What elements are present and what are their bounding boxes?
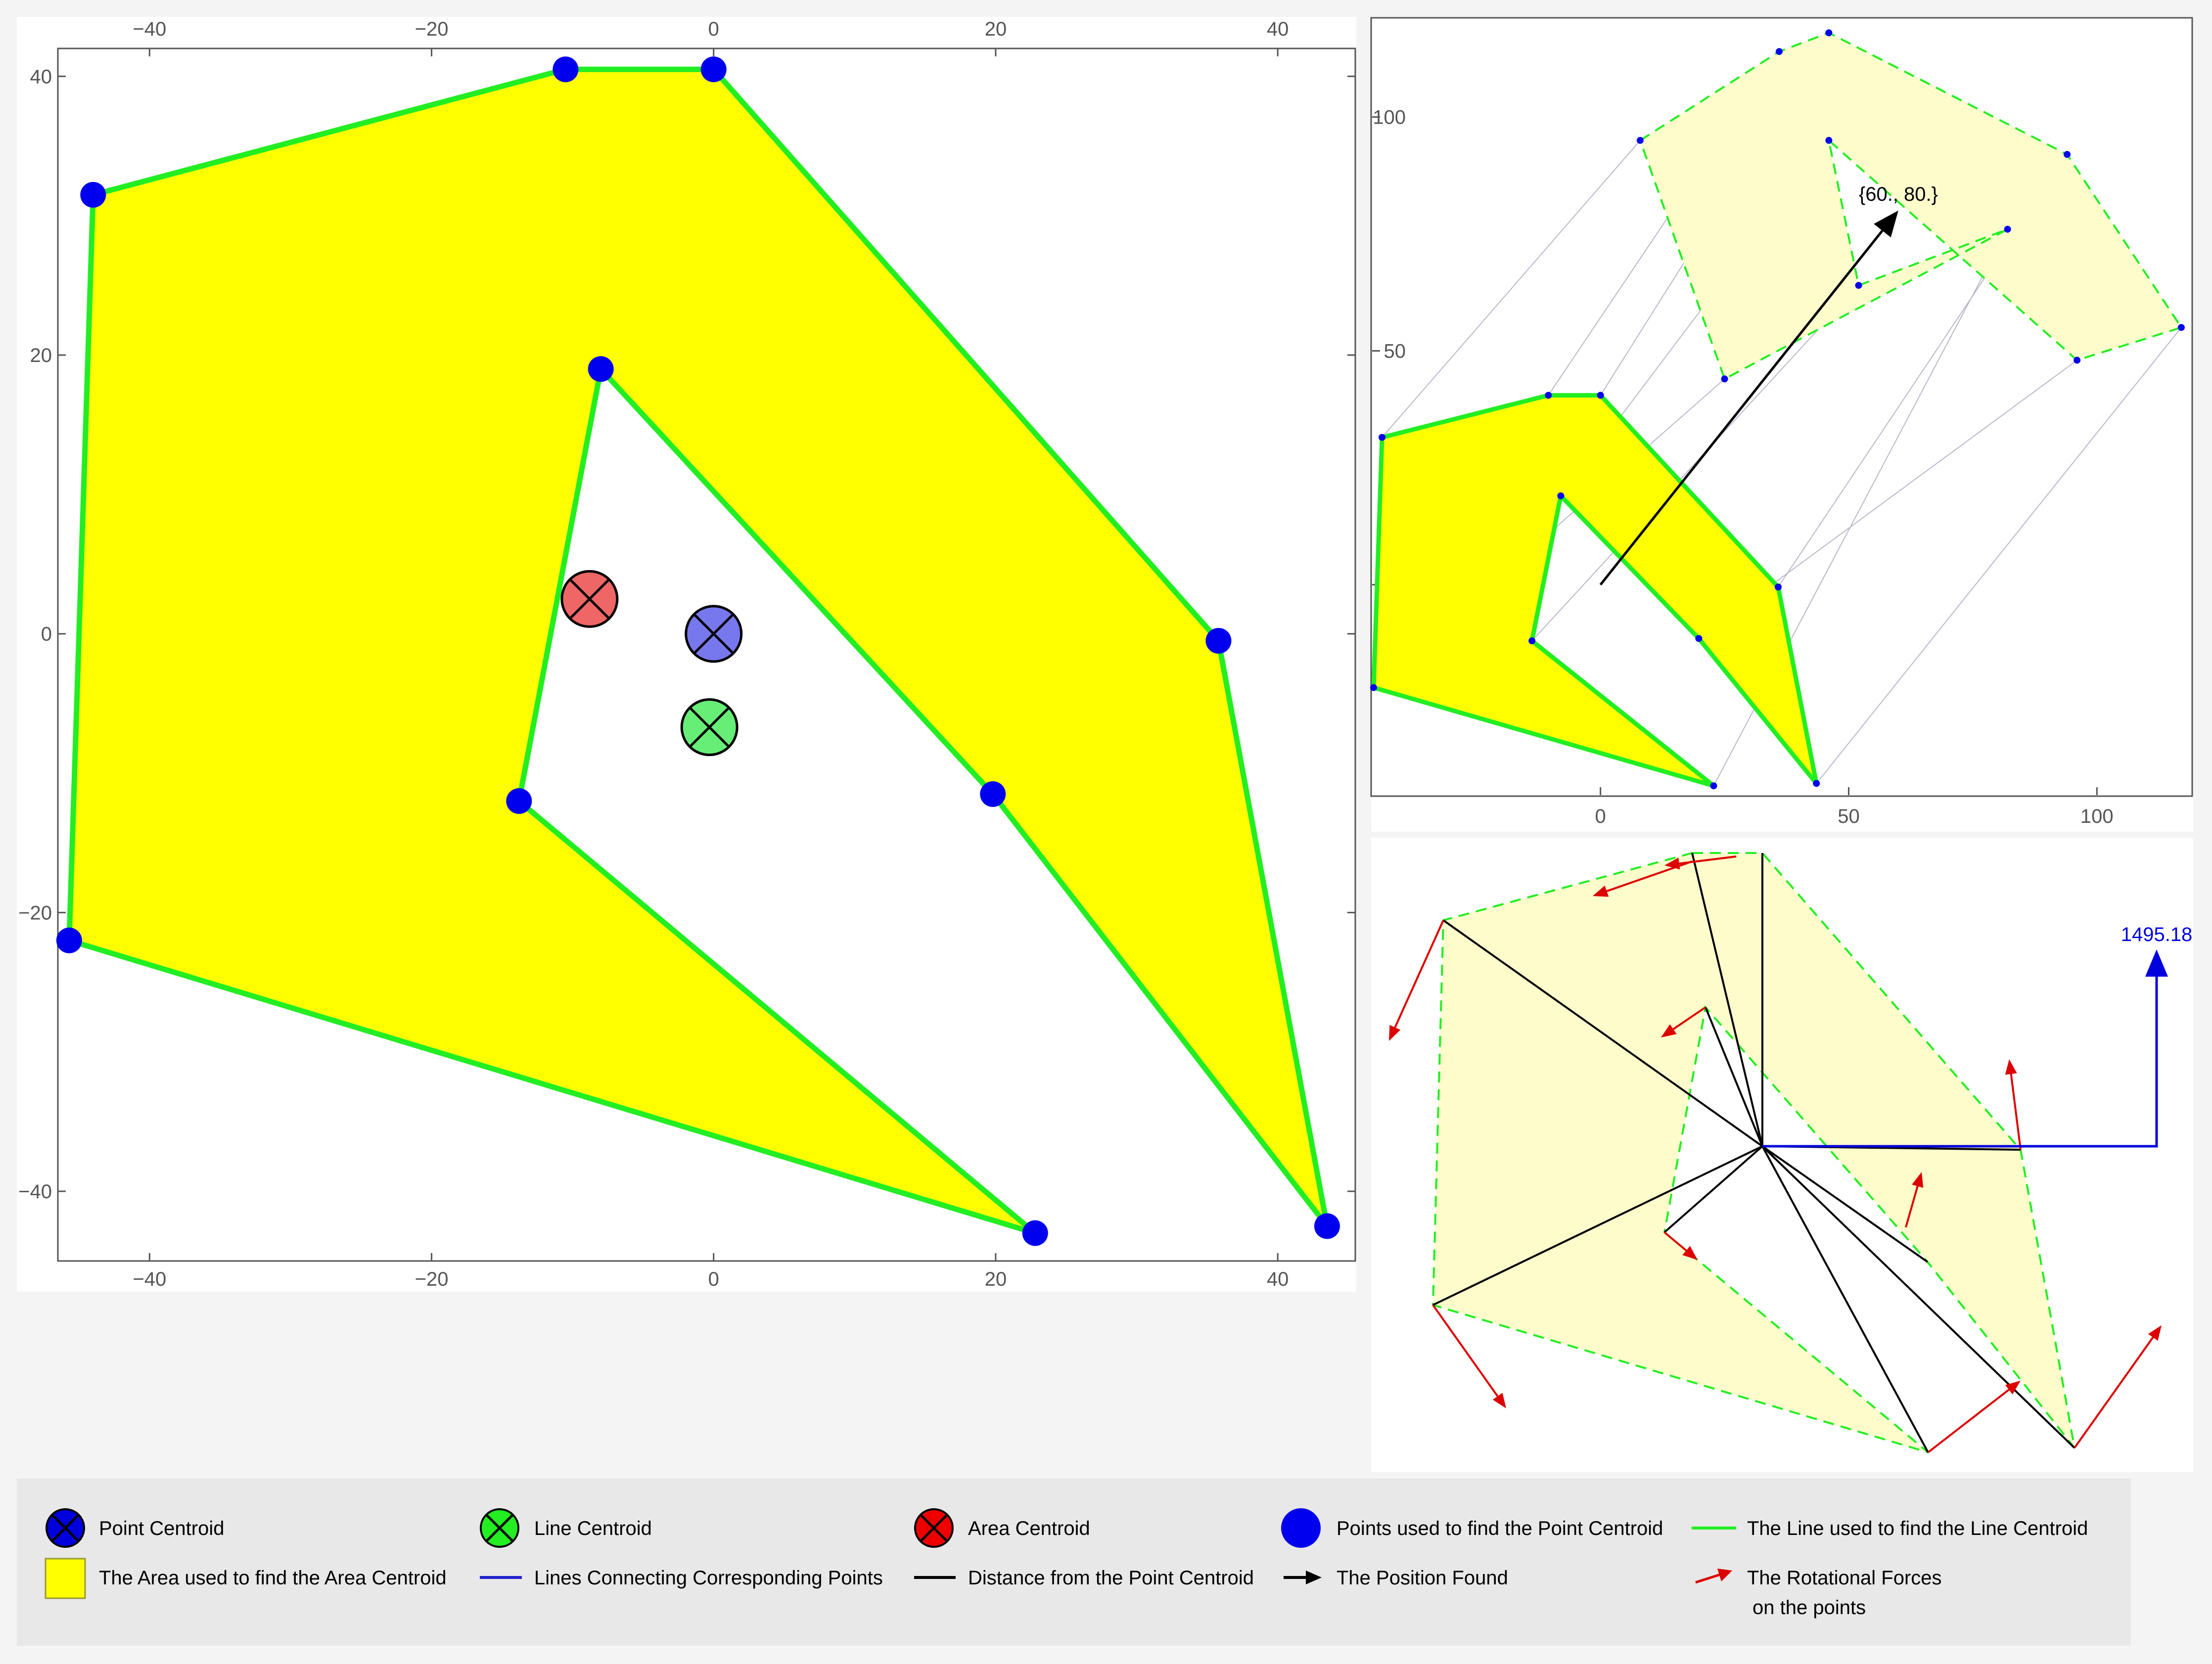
position-label: {60., 80.} [1859, 183, 1938, 205]
area-centroid-icon [914, 1508, 954, 1548]
legend-label: The Line used to find the Line Centroid [1747, 1518, 2088, 1539]
point-dot [2177, 324, 2185, 331]
legend-label: Distance from the Point Centroid [968, 1567, 1254, 1589]
line-centroid-icon [480, 1508, 519, 1548]
point-dot [1545, 392, 1552, 399]
legend-label: The Position Found [1336, 1567, 1508, 1589]
line-centroid-marker [680, 698, 738, 757]
legend-label-line2: on the points [1752, 1597, 1866, 1619]
centroid-figure: −40 −40 −20 −20 0 0 20 20 40 40 −40 −20 0 20 40 0 50 100… [17, 17, 2193, 1646]
x-tick-label-top: −40 [133, 18, 166, 40]
y-tick-label: 40 [30, 66, 52, 88]
y-tick-label: 100 [1373, 107, 1406, 129]
x-tick-label: 100 [2080, 806, 2114, 827]
legend-item-connecting-lines: Lines Connecting Corresponding Points [480, 1567, 883, 1589]
x-tick-label-bottom: −20 [415, 1268, 449, 1290]
point-dot [2074, 357, 2081, 364]
point-dot [2064, 151, 2071, 158]
y-tick-label: 20 [30, 345, 52, 366]
legend: Point Centroid Line Centroid Area Centro… [17, 1479, 2131, 1646]
point-dot [1557, 492, 1565, 499]
x-tick-label-bottom: 20 [985, 1268, 1007, 1290]
x-tick-label: 50 [1838, 806, 1860, 827]
y-tick-label: 0 [41, 624, 52, 645]
legend-label: The Rotational Forces [1747, 1567, 1942, 1589]
area-centroid-marker [560, 570, 619, 628]
point-dot [1774, 584, 1782, 591]
point-marker [80, 181, 106, 208]
legend-label: Points used to find the Point Centroid [1336, 1518, 1663, 1539]
main-plot: −40 −40 −20 −20 0 0 20 20 40 40 −40 −20 0 20 40 [17, 17, 1356, 1292]
x-tick-label-bottom: −40 [133, 1268, 166, 1290]
point-dot [1695, 635, 1703, 642]
point-dot [1379, 434, 1386, 441]
point-dot [1855, 282, 1862, 289]
point-marker [553, 56, 579, 83]
x-tick-label: 0 [1595, 806, 1606, 827]
legend-label: The Area used to find the Area Centroid [99, 1567, 447, 1589]
point-dot [2004, 225, 2011, 233]
point-dot [1528, 637, 1536, 644]
legend-item-line: The Line used to find the Line Centroid [1692, 1518, 2088, 1539]
point-centroid-marker [685, 605, 743, 663]
x-tick-label-top: −20 [415, 18, 449, 40]
point-marker [588, 356, 614, 382]
point-dot [1721, 375, 1728, 383]
point-dot [1813, 780, 1820, 787]
point-marker [980, 781, 1006, 807]
point-dot [1370, 684, 1378, 691]
legend-label: Line Centroid [534, 1518, 652, 1539]
y-tick-label: −20 [18, 902, 52, 924]
point-dot [1710, 782, 1717, 790]
point-centroid-icon [46, 1508, 85, 1548]
translation-plot: 050100050100 {60., 80.} [1370, 17, 2193, 832]
legend-label: Area Centroid [968, 1518, 1090, 1539]
x-tick-label-top: 20 [985, 18, 1007, 40]
x-tick-label-bottom: 0 [708, 1268, 719, 1290]
point-marker [56, 927, 82, 953]
legend-label: Lines Connecting Corresponding Points [534, 1567, 883, 1589]
point-marker [1205, 628, 1232, 654]
point-dot [1825, 136, 1833, 144]
point-marker [1314, 1213, 1340, 1239]
forces-panel: 1495.18 [1371, 838, 2193, 1472]
legend-background [17, 1479, 2131, 1646]
point-dot [1636, 136, 1644, 144]
torque-value: 1495.18 [2121, 924, 2193, 945]
yellow-area-icon [45, 1558, 86, 1599]
x-tick-label-top: 40 [1267, 18, 1289, 40]
legend-label: Point Centroid [99, 1518, 224, 1539]
x-tick-label-bottom: 40 [1267, 1268, 1289, 1290]
point-dot [1775, 48, 1783, 55]
points-icon [1281, 1508, 1321, 1548]
point-marker [700, 56, 727, 83]
x-tick-label-top: 0 [708, 18, 719, 40]
point-dot [1825, 29, 1833, 37]
point-marker [506, 788, 532, 814]
point-dot [1597, 392, 1604, 399]
y-tick-label: 50 [1384, 341, 1406, 362]
y-tick-label: −40 [18, 1181, 52, 1203]
point-marker [1022, 1220, 1048, 1246]
